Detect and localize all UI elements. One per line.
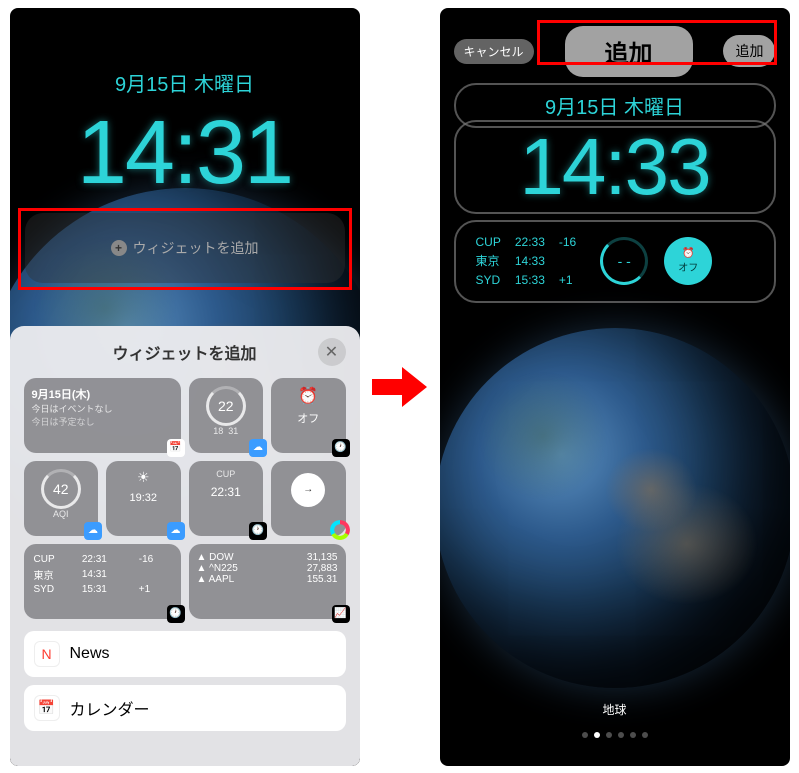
- time-label: 14:33: [456, 122, 774, 212]
- date-label: 9月15日 木曜日: [10, 68, 360, 97]
- clock-icon: 🕐: [332, 439, 350, 457]
- date-label: 9月15日 木曜日: [456, 91, 774, 120]
- cal-line1: 今日はイベントなし: [32, 402, 173, 415]
- widget-aqi[interactable]: 42 AQI ☁: [24, 461, 99, 536]
- clock-icon: 🕐: [249, 522, 267, 540]
- cal-line2: 今日は予定なし: [32, 415, 173, 428]
- highlight-box: [18, 208, 352, 290]
- aqi-gauge: 42: [41, 469, 81, 509]
- app-name: News: [70, 645, 110, 663]
- close-icon: ✕: [325, 342, 338, 362]
- widget-calendar[interactable]: 9月15日(木) 今日はイベントなし 今日は予定なし 📅: [24, 378, 181, 453]
- widget-gallery: 9月15日(木) 今日はイベントなし 今日は予定なし 📅 22 18 31 ☁ …: [24, 378, 346, 619]
- widget-weather[interactable]: 22 18 31 ☁: [189, 378, 264, 453]
- stocks-icon: 📈: [332, 605, 350, 623]
- widget-sheet: ウィジェットを追加 ✕ 9月15日(木) 今日はイベントなし 今日は予定なし 📅…: [10, 326, 360, 766]
- city-label: CUP: [197, 469, 256, 479]
- alarm-icon: ⏰: [682, 248, 694, 259]
- weather-gauge: 22: [206, 386, 246, 426]
- aqi-label: AQI: [32, 509, 91, 519]
- calendar-icon: 📅: [167, 439, 185, 457]
- alarm-label: オフ: [279, 410, 338, 426]
- earth-wallpaper: [440, 328, 790, 688]
- sheet-title: ウィジェットを追加: [112, 340, 256, 364]
- city-time: 22:31: [197, 485, 256, 499]
- news-icon: N: [34, 641, 60, 667]
- arrow-icon: [370, 367, 430, 407]
- phone-left: 9月15日 木曜日 14:31 + ウィジェットを追加 ウィジェットを追加 ✕ …: [10, 8, 360, 766]
- sun-time: 19:32: [114, 492, 173, 504]
- lock-screen-area: 9月15日 木曜日 14:31: [10, 68, 360, 205]
- sunset-icon: ☀: [114, 469, 173, 486]
- widget-stocks[interactable]: ▲ DOW31,135 ▲ ^N22527,883 ▲ AAPL155.31 📈: [189, 544, 346, 619]
- activity-dial: - -: [600, 237, 648, 285]
- weather-icon: ☁: [167, 522, 185, 540]
- widget-world-clock[interactable]: CUP22:31-16 東京14:31 SYD15:31+1 🕐: [24, 544, 181, 619]
- calendar-icon: 📅: [34, 695, 60, 721]
- app-row-calendar[interactable]: 📅 カレンダー: [24, 685, 346, 731]
- page-dots[interactable]: [440, 732, 790, 738]
- phone-right: キャンセル 追加 追加 9月15日 木曜日 14:33 CUP22:33-16 …: [440, 8, 790, 766]
- fitness-icon: [330, 520, 350, 540]
- widget-fitness[interactable]: →: [271, 461, 346, 536]
- highlight-box: [537, 20, 777, 65]
- widget-sunset[interactable]: ☀ 19:32 ☁: [106, 461, 181, 536]
- wallpaper-name: 地球: [440, 701, 790, 718]
- time-capsule[interactable]: 14:33: [454, 120, 776, 214]
- weather-icon: ☁: [249, 439, 267, 457]
- time-label: 14:31: [10, 102, 360, 205]
- clock-icon: 🕐: [167, 605, 185, 623]
- cancel-button[interactable]: キャンセル: [454, 39, 534, 64]
- widget-alarm[interactable]: ⏰ オフ 🕐: [271, 378, 346, 453]
- alarm-widget: ⏰ オフ: [664, 237, 712, 285]
- app-name: カレンダー: [70, 696, 150, 720]
- close-button[interactable]: ✕: [318, 338, 346, 366]
- cal-date: 9月15日(木): [32, 386, 173, 402]
- sheet-header: ウィジェットを追加 ✕: [24, 340, 346, 364]
- arrow-icon: →: [291, 473, 325, 507]
- alarm-icon: ⏰: [279, 386, 338, 406]
- app-row-news[interactable]: N News: [24, 631, 346, 677]
- world-clock-widget: CUP22:33-16 東京14:33 SYD15:33+1: [468, 232, 585, 291]
- widget-city-clock[interactable]: CUP 22:31 🕐: [189, 461, 264, 536]
- alarm-label: オフ: [678, 259, 698, 274]
- app-list: N News 📅 カレンダー: [24, 631, 346, 731]
- widget-capsule[interactable]: CUP22:33-16 東京14:33 SYD15:33+1 - - ⏰ オフ: [454, 220, 776, 303]
- weather-icon: ☁: [84, 522, 102, 540]
